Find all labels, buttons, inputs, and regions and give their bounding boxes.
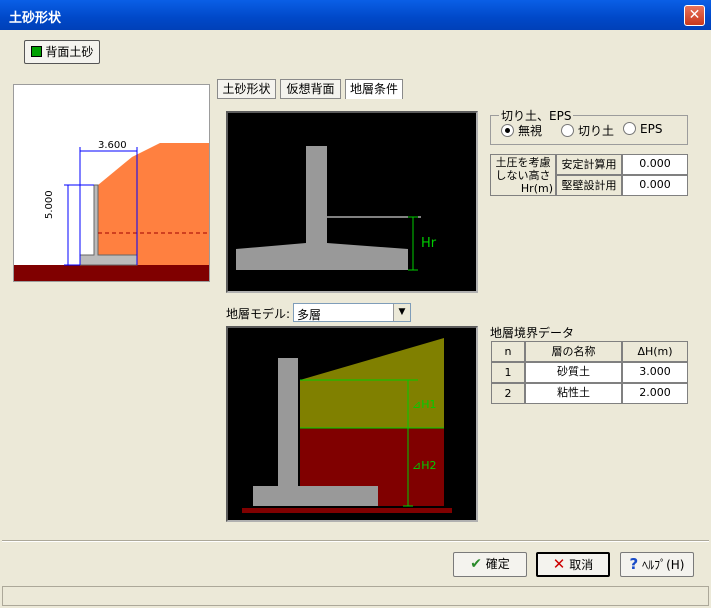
row-n: 1 — [491, 362, 525, 383]
soil-shape — [132, 143, 209, 265]
header-line: しない高さ — [495, 169, 551, 182]
preview-drawing — [14, 143, 209, 281]
dh2-label: ⊿H2 — [412, 459, 437, 472]
radio-label: EPS — [640, 122, 663, 136]
hr-wall-input[interactable]: 0.000 — [622, 175, 688, 196]
wall — [236, 146, 408, 270]
layer-diagram: ⊿H1 ⊿H2 — [226, 326, 478, 522]
soil-tab-button[interactable]: 背面土砂 — [24, 40, 100, 64]
soil-tab-label: 背面土砂 — [45, 45, 94, 59]
tab-soil-shape[interactable]: 土砂形状 — [217, 79, 276, 99]
radio-ignore[interactable]: 無視 — [501, 122, 542, 139]
col-name-header: 層の名称 — [525, 341, 622, 362]
layer-model-label: 地層モデル: — [226, 307, 291, 321]
soil-color-icon — [30, 46, 42, 57]
boundary-title: 地層境界データ — [490, 326, 575, 340]
window-title: 土砂形状 — [9, 11, 62, 26]
tab-label: 地層条件 — [349, 82, 398, 96]
radio-label: 切り土 — [578, 124, 615, 138]
radio-dot — [561, 124, 574, 137]
cell-value: 1 — [504, 366, 512, 379]
ground-strip — [242, 508, 452, 513]
layer-drawing — [242, 338, 452, 513]
col-header: ΔH(m) — [637, 345, 673, 358]
ground — [14, 265, 209, 281]
cross-icon: ✕ — [552, 555, 566, 573]
layer-name-input[interactable]: 砂質土 — [525, 362, 622, 383]
dh1-label: ⊿H1 — [412, 398, 437, 411]
col-dh-header: ΔH(m) — [622, 341, 688, 362]
layer-model-select[interactable]: 多層 ▼ — [293, 303, 411, 322]
row-n: 2 — [491, 383, 525, 404]
help-button[interactable]: ? ﾍﾙﾌﾟ(H) — [620, 552, 694, 577]
chevron-down-icon[interactable]: ▼ — [393, 304, 410, 321]
hr-drawing — [236, 146, 421, 271]
layer1 — [300, 338, 444, 428]
radio-dot — [623, 122, 636, 135]
separator — [2, 540, 709, 542]
layer-dh-input[interactable]: 3.000 — [622, 362, 688, 383]
cell-value: 3.000 — [639, 365, 671, 378]
height-header: 土圧を考慮 しない高さ Hr(m) — [490, 154, 556, 196]
cut-group: 切り土、EPS 無視 切り土 EPS — [490, 107, 688, 145]
dim-height-label: 5.000 — [44, 190, 55, 219]
col-header: n — [504, 345, 512, 358]
cancel-button[interactable]: ✕ 取消 — [536, 552, 610, 577]
layer-name-input[interactable]: 粘性土 — [525, 383, 622, 404]
cell-value: 砂質土 — [557, 365, 590, 378]
ok-label: 確定 — [485, 557, 510, 571]
layer-dh-input[interactable]: 2.000 — [622, 383, 688, 404]
cell-value: 0.000 — [639, 178, 671, 191]
radio-eps[interactable]: EPS — [623, 122, 662, 136]
tab-layer-condition[interactable]: 地層条件 — [345, 79, 403, 99]
close-button[interactable]: ✕ — [684, 5, 705, 26]
radio-dot — [501, 124, 514, 137]
cancel-label: 取消 — [569, 558, 594, 572]
cell-value: 2.000 — [639, 386, 671, 399]
tab-label: 土砂形状 — [222, 82, 271, 96]
radio-cut[interactable]: 切り土 — [561, 122, 614, 139]
row-label: 安定計算用 — [561, 158, 617, 171]
check-icon: ✔ — [470, 556, 482, 572]
cell-value: 粘性土 — [557, 386, 590, 399]
header-line: 土圧を考慮 — [495, 156, 551, 169]
layer-model-value: 多層 — [297, 308, 322, 322]
row-label: 堅壁設計用 — [561, 179, 617, 192]
ok-button[interactable]: ✔ 確定 — [453, 552, 527, 577]
dim-width-label: 3.600 — [98, 140, 127, 151]
title-bar: 土砂形状 — [0, 0, 711, 30]
soil-shape-front — [98, 157, 132, 265]
hr-stability-input[interactable]: 0.000 — [622, 154, 688, 175]
help-label: ﾍﾙﾌﾟ(H) — [642, 558, 685, 572]
header-line: Hr(m) — [520, 182, 553, 195]
radio-label: 無視 — [518, 124, 543, 138]
col-header: 層の名称 — [551, 345, 596, 358]
hr-diagram: Hr — [226, 111, 478, 293]
row-label-stability: 安定計算用 — [556, 154, 622, 175]
cell-value: 0.000 — [639, 157, 671, 170]
hr-label: Hr — [421, 236, 437, 251]
help-icon: ? — [629, 555, 639, 573]
tab-label: 仮想背面 — [286, 82, 335, 96]
close-icon: ✕ — [688, 7, 701, 23]
col-n-header: n — [491, 341, 525, 362]
preview-panel: 3.600 5.000 — [13, 84, 210, 282]
cell-value: 2 — [504, 387, 512, 400]
tab-virtual-back[interactable]: 仮想背面 — [280, 79, 341, 99]
row-label-wall: 堅壁設計用 — [556, 175, 622, 196]
status-bar — [2, 586, 709, 606]
